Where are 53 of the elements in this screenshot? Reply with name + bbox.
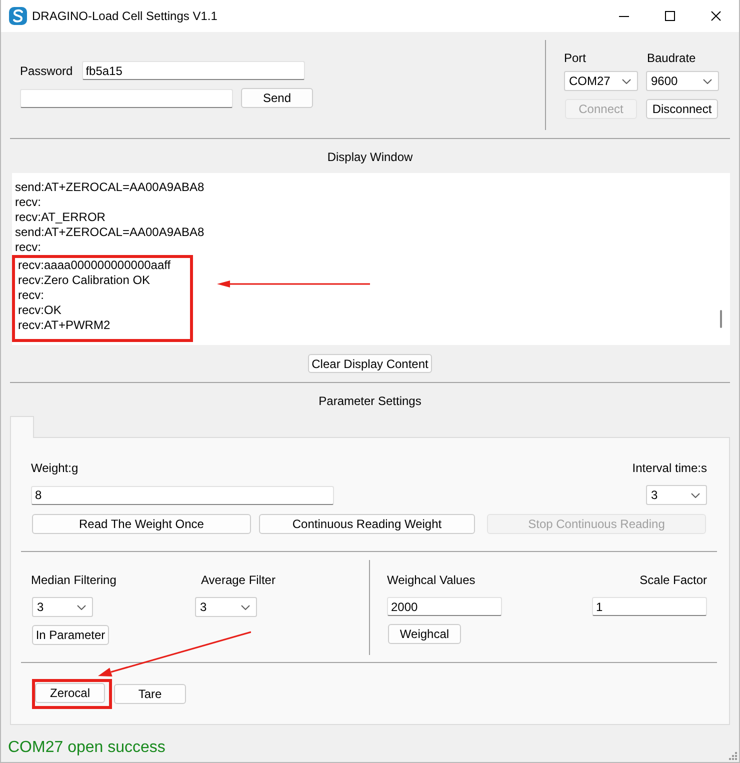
- port-label: Port: [564, 51, 586, 65]
- window-title: DRAGINO-Load Cell Settings V1.1: [32, 9, 218, 23]
- filter-dropdown[interactable]: 3: [195, 597, 257, 617]
- baudrate-label: Baudrate: [647, 51, 696, 65]
- password-label: Password: [20, 64, 73, 78]
- log-line: recv:aaaa000000000000aaff: [18, 258, 171, 273]
- weighcal-button[interactable]: Weighcal: [388, 624, 461, 644]
- log-display[interactable]: send:AT+ZEROCAL=AA00A9ABA8 recv: recv:AT_ERROR send:AT+ZEROCAL=AA00A9ABA8 recv: recv:aaaa000000000000aaff recv:Zero Calibration OK recv: recv:OK recv:AT+PWRM2: [12, 173, 730, 345]
- scale-factor-label: Scale Factor: [640, 573, 707, 587]
- resize-grip-icon[interactable]: [729, 752, 737, 760]
- continuous-read-button[interactable]: Continuous Reading Weight: [259, 514, 475, 534]
- port-dropdown[interactable]: COM27: [564, 71, 638, 91]
- weight-label: Weight:g: [31, 461, 78, 475]
- password-field[interactable]: fb5a15: [82, 61, 305, 80]
- in-parameter-button[interactable]: In Parameter: [32, 625, 109, 645]
- log-line: send:AT+ZEROCAL=AA00A9ABA8: [15, 180, 204, 195]
- chevron-down-icon: [77, 604, 86, 610]
- section-title: Parameter Settings: [318, 394, 422, 408]
- interval-dropdown[interactable]: 3: [646, 485, 707, 505]
- log-line: recv:: [15, 195, 42, 210]
- log-line: recv:Zero Calibration OK: [18, 273, 150, 288]
- command-input-field[interactable]: [20, 88, 233, 108]
- weight-field[interactable]: 8: [31, 486, 334, 504]
- chevron-down-icon: [691, 492, 700, 498]
- maximize-icon[interactable]: [665, 11, 675, 21]
- tare-button[interactable]: Tare: [114, 684, 186, 704]
- weighcal-label: Weighcal Values: [387, 573, 476, 587]
- chevron-down-icon: [241, 604, 250, 610]
- chevron-down-icon: [703, 78, 712, 84]
- disconnect-button[interactable]: Disconnect: [646, 99, 718, 119]
- log-line: recv:AT+PWRM2: [18, 318, 110, 333]
- log-line: recv:OK: [18, 303, 62, 318]
- scrollbar-thumb[interactable]: [720, 310, 722, 328]
- filter-label: Average Filter: [201, 573, 276, 587]
- read-once-button[interactable]: Read The Weight Once: [32, 514, 251, 534]
- app-logo-icon: [9, 7, 27, 25]
- section-title: Display Window: [327, 150, 413, 164]
- interval-label: Interval time:s: [632, 461, 707, 475]
- status-message: COM27 open success: [8, 739, 166, 756]
- clear-display-button[interactable]: Clear Display Content: [308, 354, 432, 373]
- scale-factor-field[interactable]: 1: [592, 597, 707, 616]
- zerocal-button[interactable]: Zerocal: [35, 683, 105, 703]
- log-line: recv:: [15, 240, 42, 255]
- filter-label: Median Filtering: [31, 573, 116, 587]
- log-line: recv:: [18, 288, 44, 303]
- close-icon[interactable]: [711, 11, 721, 21]
- log-line: send:AT+ZEROCAL=AA00A9ABA8: [15, 225, 204, 240]
- filter-dropdown[interactable]: 3: [32, 597, 93, 617]
- send-button[interactable]: Send: [241, 88, 313, 108]
- chevron-down-icon: [622, 78, 631, 84]
- baudrate-dropdown[interactable]: 9600: [646, 71, 719, 91]
- log-line: recv:AT_ERROR: [15, 210, 106, 225]
- weighcal-field[interactable]: 2000: [387, 597, 502, 616]
